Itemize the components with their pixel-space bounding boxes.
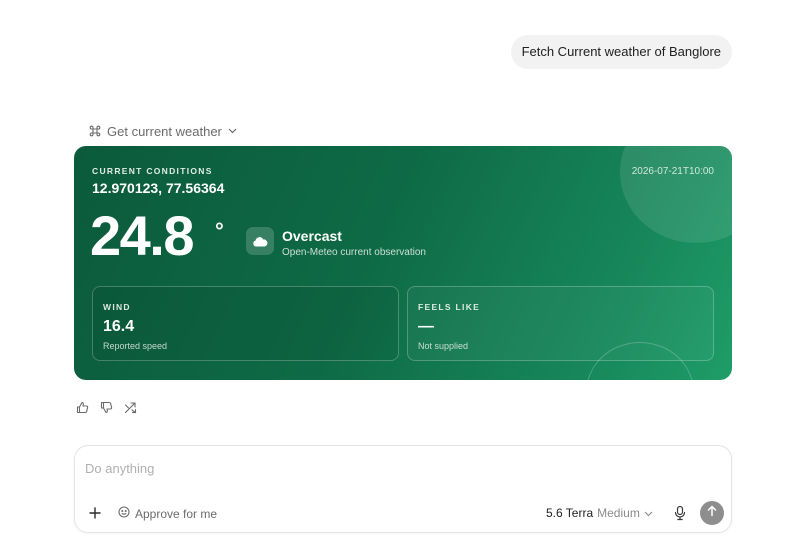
send-button[interactable]	[700, 501, 724, 525]
tool-call-toggle[interactable]: Get current weather	[89, 122, 237, 140]
location-coordinates: 12.970123, 77.56364	[92, 180, 225, 196]
composer-input[interactable]	[85, 458, 705, 478]
command-icon	[89, 125, 101, 137]
section-label: CURRENT CONDITIONS	[92, 166, 213, 176]
stat-label: WIND	[103, 302, 131, 312]
stat-note: Reported speed	[103, 341, 168, 351]
observation-timestamp: 2026-07-21T10:00	[631, 166, 714, 177]
approve-label: Approve for me	[135, 506, 218, 521]
feels-like-stat-card: FEELS LIKE — Not supplied	[407, 286, 714, 361]
model-selector[interactable]: 5.6 Terra Medium	[546, 506, 653, 520]
condition-title: Overcast	[282, 228, 342, 244]
thumbs-down-icon[interactable]	[100, 401, 113, 414]
stat-note: Not supplied	[418, 341, 469, 351]
condition-source: Open-Meteo current observation	[282, 247, 426, 258]
stat-label: FEELS LIKE	[418, 302, 481, 312]
approve-icon	[118, 506, 130, 521]
model-name: 5.6 Terra	[546, 506, 594, 520]
stat-value: —	[418, 318, 434, 335]
plus-icon[interactable]	[87, 505, 103, 521]
cloud-icon	[246, 227, 274, 255]
approve-for-me-toggle[interactable]: Approve for me	[118, 506, 217, 521]
wind-stat-card: WIND 16.4 Reported speed	[92, 286, 399, 361]
temperature-value: 24.8	[90, 204, 195, 267]
microphone-icon[interactable]	[673, 505, 687, 521]
feedback-row	[76, 401, 137, 414]
stat-value: 16.4	[103, 318, 135, 335]
arrow-up-icon	[706, 504, 718, 522]
user-message-bubble: Fetch Current weather of Banglore	[510, 35, 732, 69]
temperature-unit: °	[215, 218, 224, 243]
weather-card: CURRENT CONDITIONS 2026-07-21T10:00 12.9…	[74, 146, 732, 380]
chevron-down-icon	[228, 128, 237, 134]
chevron-down-icon	[644, 506, 653, 520]
tool-call-label: Get current weather	[107, 123, 222, 139]
decorative-circle	[620, 146, 732, 243]
share-icon[interactable]	[124, 401, 137, 414]
model-effort: Medium	[597, 506, 640, 520]
thumbs-up-icon[interactable]	[76, 401, 89, 414]
message-composer: Approve for me 5.6 Terra Medium	[74, 445, 732, 533]
